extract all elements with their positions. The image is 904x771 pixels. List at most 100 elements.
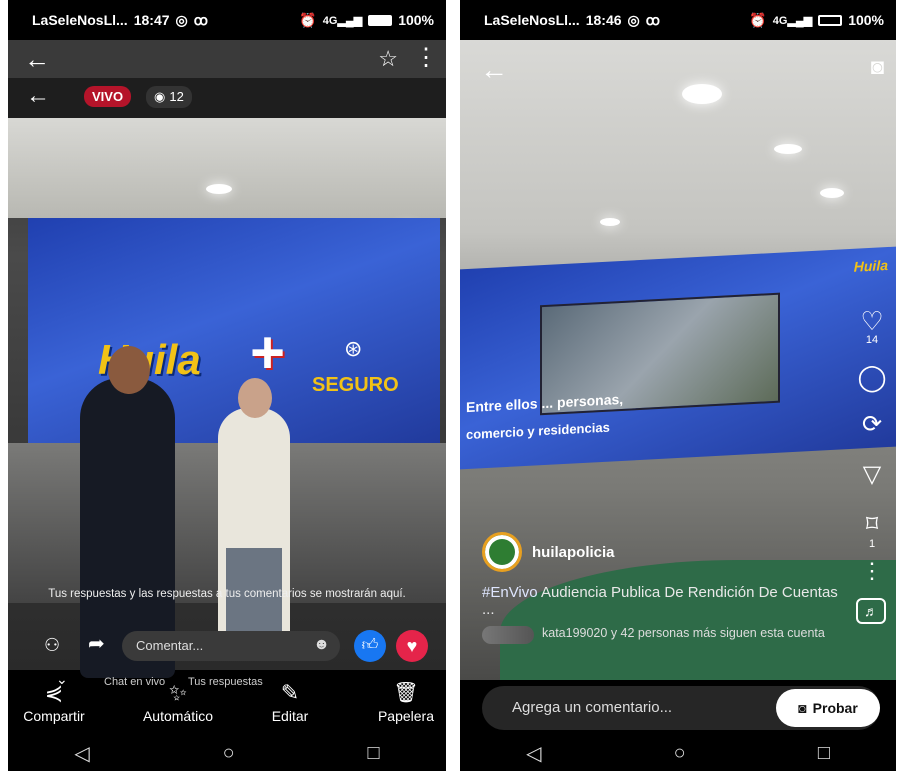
close-video-icon[interactable]: ←	[26, 84, 50, 108]
edit-label: Editar	[271, 708, 309, 724]
nav-home-icon[interactable]: ○	[223, 742, 235, 765]
like-button[interactable]: ♡	[856, 306, 888, 336]
caption-hashtag[interactable]: #EnVivo	[482, 584, 538, 601]
camera-icon: ◙	[798, 700, 807, 716]
share-button[interactable]: ⋞ Compartir	[8, 680, 100, 724]
live-badge: VIVO	[84, 86, 132, 107]
followers-info: kata199020 y 42 personas más siguen esta…	[482, 626, 862, 644]
system-nav-bar: ◁ ○ □	[8, 735, 446, 771]
status-bar: LaSeleNosLl... 18:46 ◎ ꝏ ⏰ 4G▂▄▆ 100%	[460, 0, 896, 40]
more-vertical-icon[interactable]: ⋮	[414, 46, 438, 70]
whatsapp-icon: ◎	[175, 11, 188, 28]
brand-sub: SEGURO	[312, 374, 399, 396]
like-count: 14	[865, 334, 879, 346]
viewer-count: 12	[169, 89, 184, 104]
sticker-icon[interactable]: ☻	[313, 636, 330, 654]
battery-level: 100%	[398, 12, 434, 28]
love-button[interactable]: ♥	[396, 630, 428, 662]
trash-button[interactable]: 🗑︎ Papelera	[368, 680, 444, 724]
app-bar: ← ☆ ⋮	[8, 40, 446, 78]
back-arrow-icon[interactable]: ←	[480, 56, 508, 84]
people-icon[interactable]: ⚇	[44, 636, 60, 654]
video-wall: Entre ellos ... personas, comercio y res…	[460, 246, 896, 470]
whatsapp-icon: ◎	[627, 11, 640, 28]
live-video[interactable]: ← VIVO ◉ 12 Huila + SEGURO ⊛ Tus respues…	[8, 78, 446, 678]
signal-icon: 4G▂▄▆	[772, 14, 813, 27]
green-table	[500, 560, 896, 680]
nav-back-icon[interactable]: ◁	[526, 741, 541, 766]
system-nav-bar: ◁ ○ □	[460, 735, 896, 771]
nav-recents-icon[interactable]: □	[367, 742, 379, 765]
clock: 18:46	[585, 12, 622, 28]
camera-icon[interactable]: ◙	[871, 56, 884, 78]
more-vertical-icon[interactable]: ⋮	[856, 558, 888, 598]
ceiling-light	[682, 84, 722, 104]
ceiling-light	[206, 184, 232, 194]
nav-back-icon[interactable]: ◁	[74, 741, 89, 766]
try-label: Probar	[812, 700, 858, 716]
comment-placeholder: Comentar...	[136, 638, 204, 653]
man-head	[238, 378, 272, 418]
ceiling-light	[774, 144, 802, 154]
trash-label: Papelera	[377, 708, 435, 724]
comment-icon[interactable]: ◯	[856, 362, 888, 410]
ceiling-light	[820, 188, 844, 198]
carrier-name: LaSeleNosLl...	[484, 12, 580, 28]
side-actions: ♡ 14 ◯ ⟳ ▽ ⌑ 1 ⋮ ♬	[856, 306, 888, 624]
follower-rest: y 42 personas más siguen esta cuenta	[607, 626, 825, 640]
repost-icon[interactable]: ⟳	[856, 410, 888, 460]
star-icon[interactable]: ☆	[378, 48, 398, 70]
status-bar: LaSeleNosLl... 18:47 ◎ ꝏ ⏰ 4G▂▄▆ 100%	[8, 0, 446, 40]
viewer-count-badge: ◉ 12	[146, 86, 192, 108]
ceiling-light	[600, 218, 620, 226]
auto-label: Automático	[142, 708, 214, 724]
video-header: ← VIVO ◉ 12	[8, 78, 446, 118]
comment-bar: Agrega un comentario... ◙ Probar	[460, 680, 896, 736]
officer-head	[108, 346, 150, 394]
save-icon[interactable]: ⌑	[856, 510, 888, 538]
share-label: Compartir	[23, 708, 85, 724]
signal-icon: 4G▂▄▆	[322, 14, 363, 27]
carrier-name: LaSeleNosLl...	[32, 12, 128, 28]
plus-icon: +	[250, 319, 286, 386]
magic-wand-icon: ✨︎	[168, 680, 188, 705]
alarm-icon: ⏰	[299, 11, 317, 28]
share-icon: ⋞	[44, 680, 64, 705]
follower-avatars	[482, 626, 534, 644]
try-button[interactable]: ◙ Probar	[776, 689, 880, 727]
ceiling	[8, 118, 446, 218]
account-name[interactable]: huilapolicia	[532, 544, 615, 561]
battery-charging-icon	[818, 14, 843, 26]
right-phone: LaSeleNosLl... 18:46 ◎ ꝏ ⏰ 4G▂▄▆ 100% En…	[460, 0, 896, 771]
trash-icon: 🗑︎	[393, 682, 419, 704]
audio-icon[interactable]: ♬	[856, 598, 886, 624]
nav-home-icon[interactable]: ○	[674, 742, 686, 765]
brush-icon: ✎	[280, 680, 300, 705]
caption[interactable]: #EnVivo Audiencia Publica De Rendición D…	[482, 584, 852, 618]
wall-brand: Huila	[853, 256, 888, 275]
comment-placeholder: Agrega un comentario...	[512, 699, 673, 716]
voicemail-icon: ꝏ	[645, 11, 660, 28]
account-row[interactable]: huilapolicia	[482, 532, 615, 572]
like-button[interactable]: 👍︎	[354, 630, 386, 662]
comment-bar: ⚇ ➦ Comentar... ☻ 👍︎ ♥	[8, 628, 446, 664]
save-count: 1	[868, 538, 876, 550]
comments-info: Tus respuestas y las respuestas a tus co…	[48, 588, 406, 600]
voicemail-icon: ꝏ	[193, 11, 208, 28]
battery-icon	[368, 14, 393, 26]
eye-icon: ◉	[154, 89, 166, 104]
police-emblem-icon: ⊛	[344, 336, 363, 361]
left-phone: LaSeleNosLl... 18:47 ◎ ꝏ ⏰ 4G▂▄▆ 100% ← …	[8, 0, 446, 771]
auto-button[interactable]: ✨︎ Automático	[130, 680, 226, 724]
follower-user[interactable]: kata199020	[542, 626, 607, 640]
share-arrow-icon[interactable]: ➦	[88, 634, 105, 654]
battery-level: 100%	[848, 12, 884, 28]
avatar[interactable]	[482, 532, 522, 572]
nav-recents-icon[interactable]: □	[818, 742, 830, 765]
send-icon[interactable]: ▽	[856, 460, 888, 510]
back-arrow-icon[interactable]: ←	[24, 46, 50, 72]
wall-caption-2: comercio y residencias	[466, 419, 610, 443]
comment-input[interactable]: Comentar... ☻	[122, 631, 340, 661]
clock: 18:47	[133, 12, 170, 28]
edit-button[interactable]: ✎ Editar	[260, 680, 320, 724]
